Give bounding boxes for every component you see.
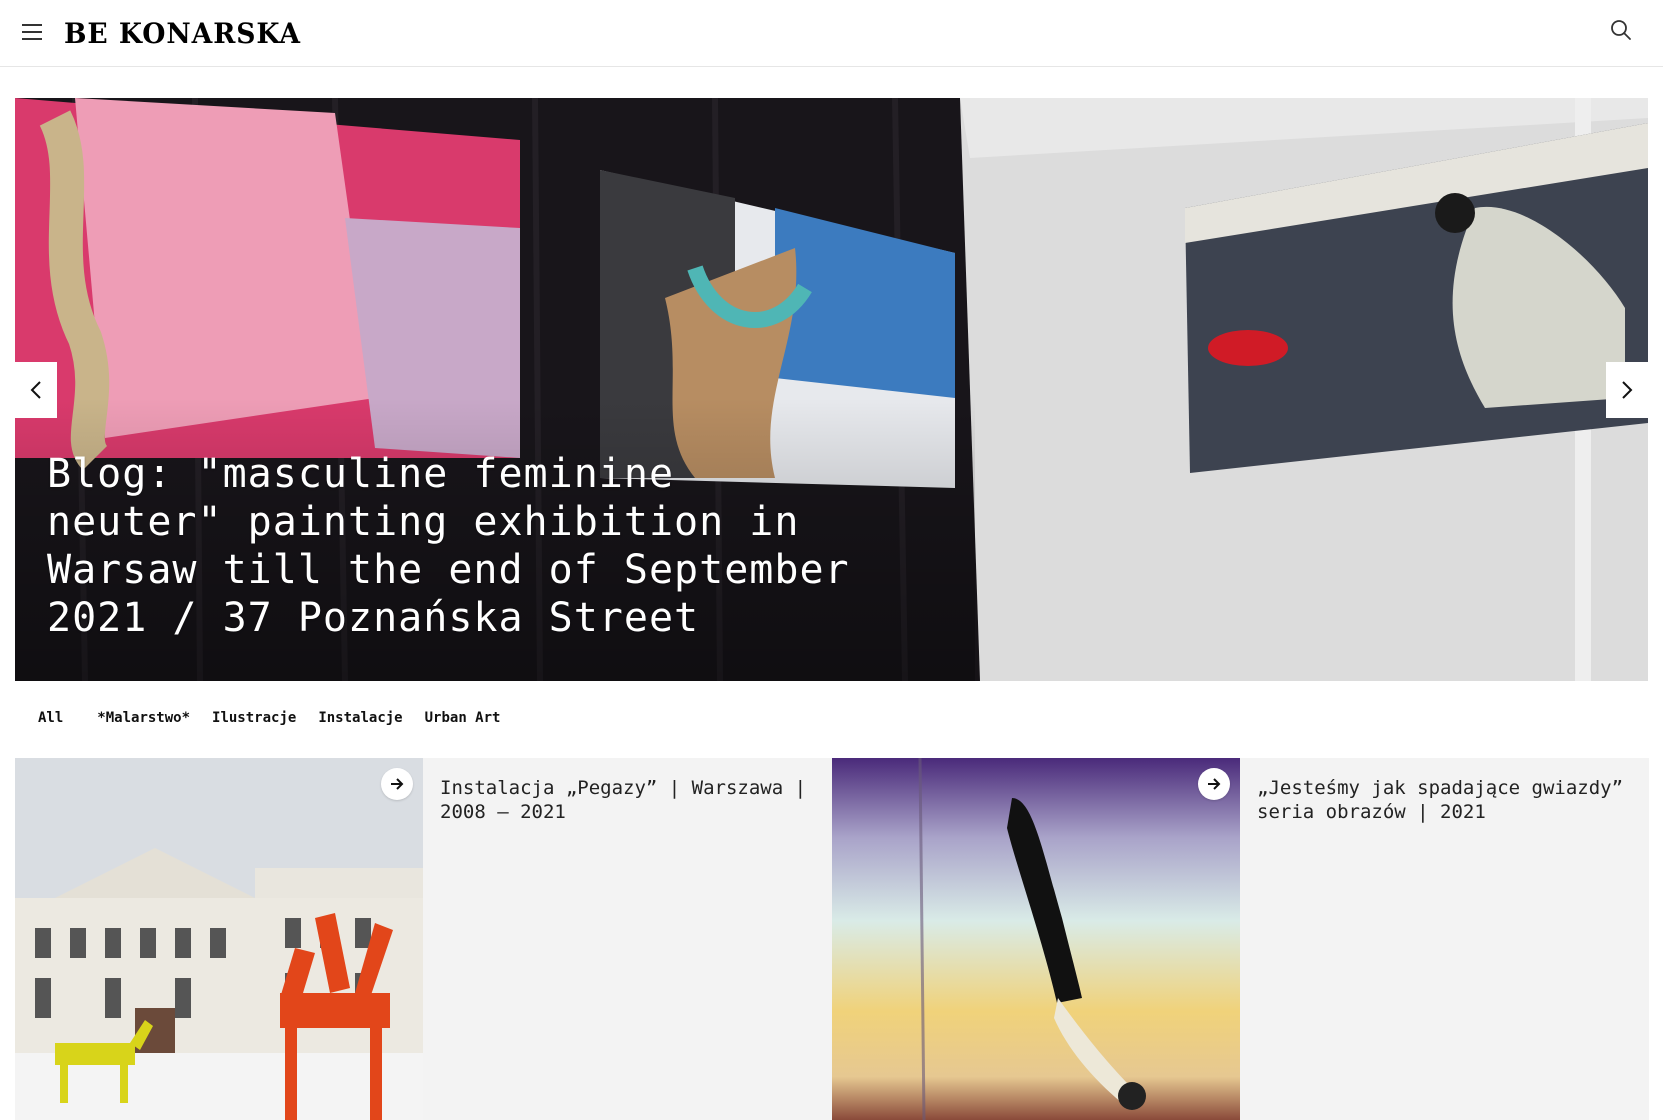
slider-next-button[interactable] bbox=[1606, 362, 1648, 418]
hero-slider: Blog: "masculine feminine neuter" painti… bbox=[15, 98, 1648, 681]
slider-prev-button[interactable] bbox=[15, 362, 57, 418]
filter-ilustracje[interactable]: Ilustracje bbox=[212, 710, 296, 726]
hamburger-menu-icon[interactable] bbox=[22, 24, 42, 40]
chevron-right-icon bbox=[1622, 381, 1633, 399]
site-logo[interactable]: BE KONARSKA bbox=[64, 14, 313, 54]
site-header: BE KONARSKA bbox=[0, 0, 1663, 67]
open-project-button[interactable] bbox=[1198, 768, 1230, 800]
logo-text: BE KONARSKA bbox=[64, 17, 301, 50]
portfolio-card-title[interactable]: Instalacja „Pegazy” | Warszawa | 2008 – … bbox=[440, 776, 820, 824]
portfolio-thumbnail[interactable] bbox=[15, 758, 423, 1120]
portfolio-card[interactable]: Instalacja „Pegazy” | Warszawa | 2008 – … bbox=[15, 758, 832, 1120]
chevron-left-icon bbox=[30, 381, 41, 399]
filter-all[interactable]: All bbox=[38, 710, 63, 726]
open-project-button[interactable] bbox=[381, 768, 413, 800]
falling-stars-painting-image bbox=[832, 758, 1240, 1120]
filter-instalacje[interactable]: Instalacje bbox=[318, 710, 402, 726]
hero-title-link[interactable]: Blog: "masculine feminine neuter" painti… bbox=[47, 450, 867, 642]
filter-urban-art[interactable]: Urban Art bbox=[425, 710, 501, 726]
pegasus-installation-image bbox=[15, 758, 423, 1120]
portfolio-card-title[interactable]: „Jesteśmy jak spadające gwiazdy” seria o… bbox=[1257, 776, 1637, 824]
search-icon[interactable] bbox=[1609, 18, 1633, 42]
portfolio-filters: All *Malarstwo* Ilustracje Instalacje Ur… bbox=[38, 710, 522, 726]
arrow-right-icon bbox=[1208, 778, 1221, 790]
arrow-right-icon bbox=[391, 778, 404, 790]
portfolio-card[interactable]: „Jesteśmy jak spadające gwiazdy” seria o… bbox=[832, 758, 1649, 1120]
filter-malarstwo[interactable]: *Malarstwo* bbox=[97, 710, 190, 726]
portfolio-thumbnail[interactable] bbox=[832, 758, 1240, 1120]
